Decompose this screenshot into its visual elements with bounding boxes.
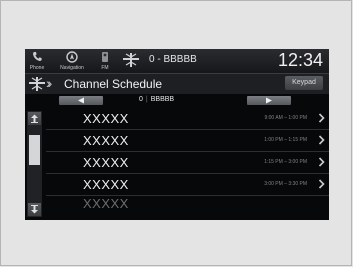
- chevron-right-icon: [318, 135, 325, 145]
- navigation-label: Navigation: [60, 65, 84, 71]
- phone-button[interactable]: Phone: [25, 50, 49, 72]
- fm-button[interactable]: FM: [93, 50, 117, 72]
- radio-signal-icon: [123, 53, 139, 67]
- phone-label: Phone: [29, 65, 45, 71]
- page-title: Channel Schedule: [64, 77, 163, 91]
- status-bar: Phone Navigation FM 0 - BBBBB 12:34: [25, 49, 329, 73]
- now-playing-text: 0 - BBBBB: [149, 54, 197, 65]
- program-time: 9:00 AM – 1:00 PM: [264, 115, 307, 121]
- chevron-right-icon: [318, 157, 325, 167]
- schedule-row[interactable]: XXXXX: [46, 196, 329, 218]
- schedule-row[interactable]: XXXXX 9:00 AM – 1:00 PM: [46, 108, 329, 130]
- title-bar: ›› Channel Schedule Keypad: [25, 73, 329, 94]
- phone-icon: [33, 52, 42, 61]
- program-name: XXXXX: [83, 133, 129, 148]
- page-down-icon: [31, 205, 38, 214]
- program-name: XXXXX: [83, 196, 129, 211]
- scroll-down-button[interactable]: [28, 203, 41, 216]
- radio-tower-icon: [102, 52, 108, 62]
- schedule-row[interactable]: XXXXX 1:00 PM – 1:15 PM: [46, 130, 329, 152]
- page-up-icon: [31, 114, 38, 123]
- schedule-list: XXXXX 9:00 AM – 1:00 PM XXXXX 1:00 PM – …: [46, 108, 329, 220]
- channel-separator: |: [145, 96, 148, 103]
- current-channel: 0 | BBBBB: [139, 96, 174, 103]
- page-frame: Phone Navigation FM 0 - BBBBB 12:34 ›› C…: [0, 0, 352, 266]
- previous-channel-button[interactable]: [59, 96, 103, 105]
- program-time: 1:00 PM – 1:15 PM: [264, 137, 307, 143]
- next-channel-button[interactable]: [247, 96, 291, 105]
- chevron-right-icon: [318, 113, 325, 123]
- scroll-up-button[interactable]: [28, 112, 41, 125]
- scrollbar[interactable]: [27, 111, 42, 217]
- channel-number: 0: [139, 96, 143, 103]
- channel-name: BBBBB: [150, 96, 175, 103]
- program-name: XXXXX: [83, 177, 129, 192]
- breadcrumb-chevron-icon: ››: [46, 75, 53, 91]
- schedule-row[interactable]: XXXXX 3:00 PM – 3:30 PM: [46, 174, 329, 196]
- program-name: XXXXX: [83, 111, 129, 126]
- navigation-button[interactable]: Navigation: [57, 50, 87, 72]
- radio-signal-icon: [29, 77, 45, 91]
- head-unit-screen: Phone Navigation FM 0 - BBBBB 12:34 ›› C…: [25, 49, 329, 220]
- scroll-thumb[interactable]: [29, 135, 40, 165]
- program-time: 1:15 PM – 3:00 PM: [264, 159, 307, 165]
- arrow-right-icon: [266, 97, 272, 104]
- navigation-icon: [66, 51, 78, 63]
- schedule-row[interactable]: XXXXX 1:15 PM – 3:00 PM: [46, 152, 329, 174]
- keypad-button[interactable]: Keypad: [285, 76, 323, 90]
- program-time: 3:00 PM – 3:30 PM: [264, 181, 307, 187]
- program-name: XXXXX: [83, 155, 129, 170]
- chevron-right-icon: [318, 179, 325, 189]
- arrow-left-icon: [78, 97, 84, 104]
- clock: 12:34: [277, 50, 323, 70]
- channel-navigation: 0 | BBBBB: [25, 94, 329, 108]
- fm-label: FM: [101, 65, 109, 71]
